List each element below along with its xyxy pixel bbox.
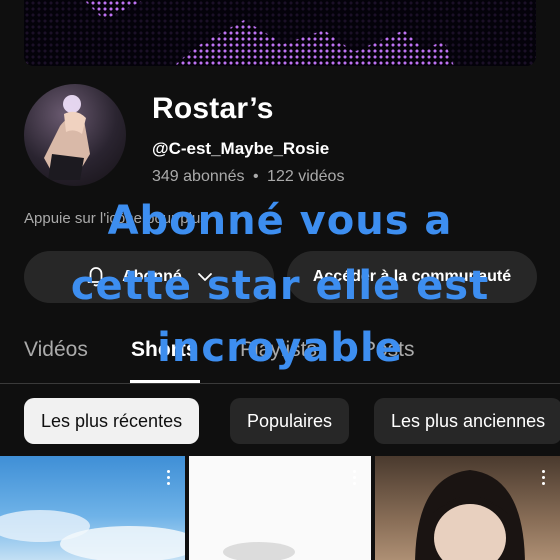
short-thumbnail[interactable] — [189, 456, 371, 560]
more-vert-icon[interactable] — [353, 470, 357, 488]
overlay-caption-line-1: Abonné vous a — [107, 198, 453, 244]
subscriber-count: 349 abonnés — [152, 168, 245, 185]
filter-chip-popular[interactable]: Populaires — [230, 398, 350, 444]
channel-name: Rostar’s — [152, 92, 274, 125]
filter-chip-oldest[interactable]: Les plus anciennes — [374, 398, 560, 444]
thumbnail-image — [223, 542, 295, 560]
stats-separator: • — [252, 168, 259, 185]
banner-art — [24, 0, 536, 66]
channel-banner — [24, 0, 536, 66]
video-count: 122 vidéos — [267, 168, 345, 185]
filter-chip-recent[interactable]: Les plus récentes — [24, 398, 200, 444]
avatar-image — [44, 95, 90, 180]
short-thumbnail[interactable] — [0, 456, 185, 560]
channel-stats: 349 abonnés • 122 vidéos — [152, 168, 344, 186]
active-tab-indicator — [130, 380, 200, 383]
thumbnail-image — [415, 470, 525, 560]
overlay-caption-line-2: cette star elle est — [70, 263, 490, 309]
more-vert-icon[interactable] — [167, 470, 171, 488]
channel-avatar[interactable] — [24, 84, 126, 186]
thumbnail-image — [0, 510, 185, 560]
overlay-caption-line-3: incroyable — [157, 325, 403, 371]
channel-handle: @C-est_Maybe_Rosie — [152, 139, 330, 158]
short-thumbnail[interactable] — [375, 456, 560, 560]
more-vert-icon[interactable] — [542, 470, 546, 488]
